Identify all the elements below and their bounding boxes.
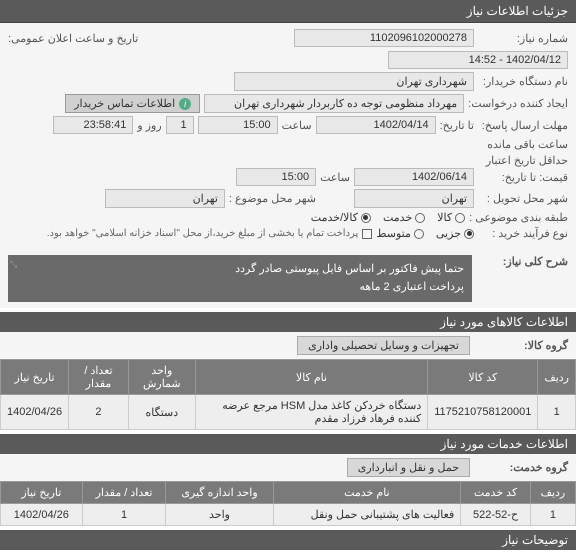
td-qty: 2 — [69, 395, 129, 430]
td-name: فعالیت های پشتیبانی حمل ونقل — [273, 504, 461, 526]
time-label-1: ساعت — [282, 119, 312, 132]
radio-goods[interactable]: کالا — [437, 211, 465, 224]
requester-label: ایجاد کننده درخواست: — [468, 97, 568, 110]
th-unit: واحد اندازه گیری — [166, 482, 273, 504]
th-row: ردیف — [538, 360, 576, 395]
footer-section-title: توضیحات نیاز — [0, 530, 576, 550]
process-radio-group: جزیی متوسط — [376, 227, 474, 240]
th-unit: واحد شمارش — [128, 360, 195, 395]
radio-medium[interactable]: متوسط — [376, 227, 424, 240]
services-group-value: حمل و نقل و انبارداری — [347, 458, 470, 477]
td-date: 1402/04/26 — [1, 504, 83, 526]
subject-city-label: شهر محل موضوع : — [229, 192, 316, 205]
td-name: دستگاه خردکن کاغذ مدل HSM مرجع عرضه کنند… — [195, 395, 427, 430]
desc-textarea[interactable]: ⤡ حتما پیش فاکتور بر اساس فایل پیوستی صا… — [8, 255, 472, 302]
desc-container: شرح کلی نیاز: ⤡ حتما پیش فاکتور بر اساس … — [0, 249, 576, 308]
subject-city: تهران — [105, 189, 225, 208]
resize-icon: ⤡ — [10, 257, 17, 271]
radio-icon — [415, 213, 425, 223]
radio-partial[interactable]: جزیی — [436, 227, 474, 240]
deadline-date: 1402/04/14 — [316, 116, 436, 134]
deadline-time: 15:00 — [198, 116, 278, 134]
td-qty: 1 — [82, 504, 166, 526]
th-code: کد کالا — [428, 360, 538, 395]
time-left: 23:58:41 — [53, 116, 133, 134]
deadline-label: مهلت ارسال پاسخ: — [478, 119, 568, 132]
validity-label: حداقل تاریخ اعتبار — [478, 154, 568, 167]
desc-label: شرح کلی نیاز: — [478, 255, 568, 302]
td-row: 1 — [530, 504, 575, 526]
services-table: ردیف کد خدمت نام خدمت واحد اندازه گیری ت… — [0, 481, 576, 526]
desc-line2: پرداخت اعتباری 2 ماهه — [16, 279, 464, 297]
radio-goods-label: کالا — [437, 211, 452, 224]
radio-both-label: کالا/خدمت — [311, 211, 358, 224]
delivery-city: تهران — [354, 189, 474, 208]
need-no-label: شماره نیاز: — [478, 32, 568, 45]
validity-sub-label: قیمت: تا تاریخ: — [478, 171, 568, 184]
days-left: 1 — [166, 116, 194, 134]
th-date: تاریخ نیاز — [1, 360, 69, 395]
payment-checkbox[interactable] — [362, 229, 372, 239]
radio-icon — [414, 229, 424, 239]
th-name: نام خدمت — [273, 482, 461, 504]
radio-both[interactable]: کالا/خدمت — [311, 211, 371, 224]
th-date: تاریخ نیاز — [1, 482, 83, 504]
goods-section-title: اطلاعات کالاهای مورد نیاز — [0, 312, 576, 332]
goods-table: ردیف کد کالا نام کالا واحد شمارش تعداد /… — [0, 359, 576, 430]
contact-button[interactable]: i اطلاعات تماس خریدار — [65, 94, 200, 113]
payment-note: پرداخت تمام یا بخشی از مبلغ خرید،از محل … — [47, 228, 359, 239]
radio-service[interactable]: خدمت — [383, 211, 425, 224]
td-unit: دستگاه — [128, 395, 195, 430]
th-name: نام کالا — [195, 360, 427, 395]
send-time-value: 1402/04/12 - 14:52 — [388, 51, 568, 69]
info-icon: i — [179, 98, 191, 110]
radio-service-label: خدمت — [383, 211, 412, 224]
validity-date: 1402/06/14 — [354, 168, 474, 186]
desc-line1: حتما پیش فاکتور بر اساس فایل پیوستی صادر… — [16, 261, 464, 279]
td-code: 1175210758120001 — [428, 395, 538, 430]
send-time-label: تاریخ و ساعت اعلان عمومی: — [8, 32, 138, 45]
radio-medium-label: متوسط — [376, 227, 411, 240]
page-header: جزئیات اطلاعات نیاز — [0, 0, 576, 23]
time-label-2: ساعت — [320, 171, 350, 184]
table-row: 1 ح-52-522 فعالیت های پشتیبانی حمل ونقل … — [1, 504, 576, 526]
buyer-value: شهرداری تهران — [234, 72, 474, 91]
delivery-city-label: شهر محل تحویل : — [478, 192, 568, 205]
validity-time: 15:00 — [236, 168, 316, 186]
table-row: 1 1175210758120001 دستگاه خردکن کاغذ مدل… — [1, 395, 576, 430]
services-group-label: گروه خدمت: — [478, 461, 568, 474]
need-no-value: 1102096102000278 — [294, 29, 474, 47]
time-left-label: ساعت باقی مانده — [487, 138, 568, 151]
class-radio-group: کالا خدمت کالا/خدمت — [311, 211, 465, 224]
goods-group-label: گروه کالا: — [478, 339, 568, 352]
radio-icon-checked — [361, 213, 371, 223]
page-title: جزئیات اطلاعات نیاز — [467, 4, 568, 18]
th-qty: تعداد / مقدار — [69, 360, 129, 395]
form-section: شماره نیاز: 1102096102000278 تاریخ و ساع… — [0, 23, 576, 249]
td-row: 1 — [538, 395, 576, 430]
deadline-to-label: تا تاریخ: — [440, 119, 474, 132]
radio-partial-label: جزیی — [436, 227, 461, 240]
process-label: نوع فرآیند خرید : — [478, 227, 568, 240]
radio-icon-checked — [464, 229, 474, 239]
buyer-label: نام دستگاه خریدار: — [478, 75, 568, 88]
class-label: طبقه بندی موضوعی : — [469, 211, 568, 224]
th-row: ردیف — [530, 482, 575, 504]
td-unit: واحد — [166, 504, 273, 526]
th-qty: تعداد / مقدار — [82, 482, 166, 504]
td-date: 1402/04/26 — [1, 395, 69, 430]
requester-value: مهرداد منظومی توجه ده کاربردار شهرداری ت… — [204, 94, 464, 113]
goods-group-value: تجهیزات و وسایل تحصیلی واداری — [297, 336, 470, 355]
services-section-title: اطلاعات خدمات مورد نیاز — [0, 434, 576, 454]
contact-button-label: اطلاعات تماس خریدار — [74, 97, 175, 110]
days-left-label: روز و — [137, 119, 161, 132]
td-code: ح-52-522 — [461, 504, 531, 526]
radio-icon — [455, 213, 465, 223]
th-code: کد خدمت — [461, 482, 531, 504]
